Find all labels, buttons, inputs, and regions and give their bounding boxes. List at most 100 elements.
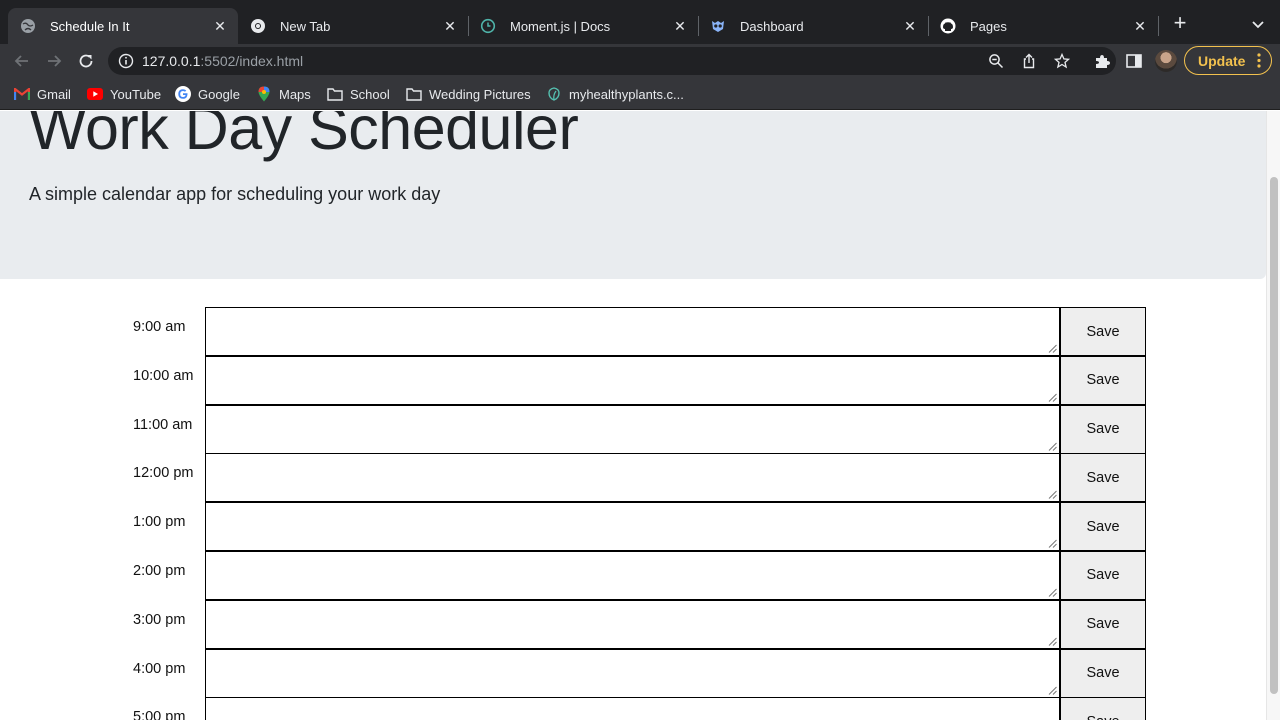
site-info-icon[interactable]: [118, 53, 134, 69]
bookmark-label: Maps: [279, 86, 311, 102]
bookmark-star-icon[interactable]: [1053, 52, 1071, 69]
forward-arrow-icon[interactable]: [42, 49, 66, 73]
gmail-icon: [14, 86, 30, 102]
update-button[interactable]: Update: [1184, 46, 1272, 75]
description-textarea[interactable]: [205, 355, 1060, 405]
youtube-icon: [87, 86, 103, 102]
kebab-menu-icon[interactable]: [1257, 53, 1261, 68]
new-tab-plus-icon[interactable]: +: [1168, 12, 1192, 36]
maps-icon: [256, 86, 272, 102]
url-host: 127.0.0.1: [142, 53, 201, 69]
save-button[interactable]: Save: [1060, 404, 1146, 454]
address-bar[interactable]: 127.0.0.1:5502/index.html: [108, 47, 1116, 75]
save-button[interactable]: Save: [1060, 453, 1146, 503]
scrollbar-thumb[interactable]: [1270, 177, 1278, 694]
tab-separator: [1158, 16, 1159, 36]
bootcamp-owl-icon: [710, 18, 726, 34]
save-button[interactable]: Save: [1060, 355, 1146, 405]
zoom-icon[interactable]: [988, 53, 1004, 69]
resize-grip-icon[interactable]: [1048, 393, 1057, 402]
time-block-row: 10:00 am Save: [125, 355, 1146, 405]
time-block-row: 1:00 pm Save: [125, 502, 1146, 552]
tab-pages[interactable]: Pages ✕: [928, 8, 1158, 44]
address-url: 127.0.0.1:5502/index.html: [142, 53, 303, 69]
tab-moment-docs[interactable]: Moment.js | Docs ✕: [468, 8, 698, 44]
description-textarea[interactable]: [205, 307, 1060, 356]
tab-new-tab[interactable]: New Tab ✕: [238, 8, 468, 44]
bookmarks-bar: Gmail YouTube Google Maps School Wedding…: [0, 78, 1280, 110]
description-textarea[interactable]: [205, 599, 1060, 649]
description-textarea[interactable]: [205, 697, 1060, 720]
description-textarea[interactable]: [205, 453, 1060, 503]
bookmark-label: Wedding Pictures: [429, 86, 531, 102]
hour-label: 9:00 am: [133, 319, 186, 335]
tab-title: Pages: [970, 18, 1007, 34]
resize-grip-icon[interactable]: [1048, 686, 1057, 695]
save-button[interactable]: Save: [1060, 648, 1146, 698]
share-icon[interactable]: [1021, 53, 1037, 69]
bookmark-google[interactable]: Google: [175, 85, 240, 103]
hour-label: 12:00 pm: [133, 465, 194, 482]
time-block-row: 2:00 pm Save: [125, 550, 1146, 600]
update-label: Update: [1198, 52, 1246, 69]
header-jumbotron: Work Day Scheduler A simple calendar app…: [0, 111, 1266, 279]
bookmark-label: Google: [198, 86, 240, 102]
time-block-row: 5:00 pm Save: [125, 697, 1146, 720]
resize-grip-icon[interactable]: [1048, 490, 1057, 500]
tab-close-icon[interactable]: ✕: [1132, 18, 1148, 34]
time-block-row: 9:00 am Save: [125, 307, 1146, 356]
chrome-icon: [250, 18, 266, 34]
save-button[interactable]: Save: [1060, 599, 1146, 649]
bookmark-label: YouTube: [110, 86, 162, 102]
tab-close-icon[interactable]: ✕: [212, 18, 228, 34]
resize-grip-icon[interactable]: [1048, 588, 1057, 597]
description-textarea[interactable]: [205, 550, 1060, 600]
bookmark-youtube[interactable]: YouTube: [87, 85, 161, 103]
profile-avatar[interactable]: [1155, 50, 1177, 72]
plant-icon: [546, 86, 562, 102]
extensions-puzzle-icon[interactable]: [1093, 52, 1111, 70]
tab-title: Dashboard: [740, 18, 804, 34]
tab-title: Schedule In It: [50, 18, 130, 34]
resize-grip-icon[interactable]: [1048, 637, 1057, 646]
description-textarea[interactable]: [205, 648, 1060, 698]
tab-dashboard[interactable]: Dashboard ✕: [698, 8, 928, 44]
hour-label: 2:00 pm: [133, 562, 186, 579]
resize-grip-icon[interactable]: [1048, 539, 1057, 549]
resize-grip-icon[interactable]: [1048, 344, 1057, 353]
bookmark-myhealthyplants[interactable]: myhealthyplants.c...: [546, 85, 684, 103]
description-textarea[interactable]: [205, 502, 1060, 552]
save-button[interactable]: Save: [1060, 697, 1146, 720]
save-button[interactable]: Save: [1060, 550, 1146, 600]
github-icon: [940, 18, 956, 34]
tab-close-icon[interactable]: ✕: [672, 18, 688, 34]
tab-search-chevron-icon[interactable]: [1248, 14, 1268, 34]
back-arrow-icon[interactable]: [10, 49, 34, 73]
time-block-row: 12:00 pm Save: [125, 453, 1146, 503]
resize-grip-icon[interactable]: [1048, 442, 1057, 451]
reload-icon[interactable]: [74, 49, 98, 73]
schedule-container: 9:00 am Save 10:00 am Save 11:00 am Save…: [125, 307, 1146, 720]
bookmark-school-folder[interactable]: School: [327, 85, 390, 103]
bookmark-wedding-pictures-folder[interactable]: Wedding Pictures: [406, 85, 531, 103]
tab-close-icon[interactable]: ✕: [442, 18, 458, 34]
side-panel-icon[interactable]: [1125, 52, 1143, 70]
hour-label: 1:00 pm: [133, 514, 186, 531]
hour-label: 3:00 pm: [133, 611, 186, 628]
url-path: :5502/index.html: [200, 53, 304, 69]
bookmark-gmail[interactable]: Gmail: [14, 85, 71, 103]
bookmark-label: myhealthyplants.c...: [569, 86, 684, 102]
save-button[interactable]: Save: [1060, 307, 1146, 356]
tab-schedule-in-it[interactable]: Schedule In It ✕: [8, 8, 238, 44]
hour-label: 4:00 pm: [133, 660, 186, 677]
browser-toolbar: 127.0.0.1:5502/index.html Update: [0, 44, 1280, 78]
tab-close-icon[interactable]: ✕: [902, 18, 918, 34]
tab-title: Moment.js | Docs: [510, 18, 611, 34]
bookmark-maps[interactable]: Maps: [256, 85, 311, 103]
save-button[interactable]: Save: [1060, 502, 1146, 552]
page-scrollbar[interactable]: [1266, 111, 1280, 720]
time-block-row: 11:00 am Save: [125, 404, 1146, 454]
tab-title: New Tab: [280, 18, 331, 34]
description-textarea[interactable]: [205, 404, 1060, 454]
globe-icon: [20, 18, 36, 34]
